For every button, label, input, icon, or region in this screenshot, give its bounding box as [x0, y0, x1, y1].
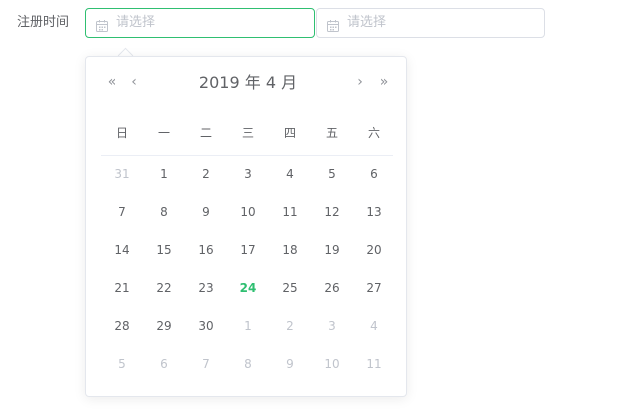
calendar-day[interactable]: 19	[317, 235, 347, 265]
calendar-day[interactable]: 26	[317, 273, 347, 303]
calendar-day-next-month[interactable]: 5	[107, 349, 137, 379]
header-year[interactable]: 2019 年	[199, 73, 266, 92]
weekday-wed: 三	[241, 126, 254, 140]
calendar-day-today[interactable]: 24	[233, 273, 263, 303]
calendar-day[interactable]: 7	[107, 197, 137, 227]
calendar-day[interactable]: 21	[107, 273, 137, 303]
weekday-sat: 六	[367, 126, 380, 140]
calendar-day[interactable]: 3	[233, 159, 263, 189]
calendar-day-next-month[interactable]: 1	[233, 311, 263, 341]
header-month-suffix: 月	[276, 73, 298, 92]
calendar-day[interactable]: 23	[191, 273, 221, 303]
header-month-value: 4	[265, 73, 276, 92]
weekday-tue: 二	[199, 126, 212, 140]
weekday-sun: 日	[115, 126, 128, 140]
next-year-button[interactable]: »	[376, 74, 392, 90]
calendar-day[interactable]: 2	[191, 159, 221, 189]
calendar-day[interactable]: 25	[275, 273, 305, 303]
calendar-day[interactable]: 1	[149, 159, 179, 189]
calendar-day[interactable]: 10	[233, 197, 263, 227]
calendar-day[interactable]: 11	[275, 197, 305, 227]
form-label-registration-time: 注册时间	[17, 15, 70, 30]
calendar-day[interactable]: 30	[191, 311, 221, 341]
calendar-day[interactable]: 29	[149, 311, 179, 341]
calendar-day-next-month[interactable]: 4	[359, 311, 389, 341]
weekday-header-row: 日 一 二 三 四 五 六	[101, 125, 393, 156]
days-grid: 31 1 2 3 4 5 6 7 8 9 10 11 12 13 14 15 16 17 18 19 20 21 22 23 2…	[101, 155, 393, 383]
calendar-icon	[327, 17, 339, 32]
end-date-placeholder: 请选择	[347, 15, 387, 30]
calendar-day[interactable]: 9	[191, 197, 221, 227]
picker-header-title: 2019 年 4 月	[198, 73, 298, 93]
calendar-day-next-month[interactable]: 6	[149, 349, 179, 379]
weekday-fri: 五	[325, 126, 338, 140]
start-date-placeholder: 请选择	[116, 15, 156, 30]
calendar-day[interactable]: 22	[149, 273, 179, 303]
calendar-day[interactable]: 18	[275, 235, 305, 265]
start-date-input[interactable]: 请选择	[85, 8, 315, 38]
calendar-day[interactable]: 4	[275, 159, 305, 189]
prev-year-button[interactable]: «	[104, 74, 120, 90]
calendar-day-next-month[interactable]: 11	[359, 349, 389, 379]
calendar-day[interactable]: 8	[149, 197, 179, 227]
end-date-input[interactable]: 请选择	[316, 8, 545, 38]
calendar-day[interactable]: 14	[107, 235, 137, 265]
calendar-day[interactable]: 6	[359, 159, 389, 189]
calendar-day[interactable]: 28	[107, 311, 137, 341]
calendar-day[interactable]: 13	[359, 197, 389, 227]
header-year-value: 2019	[198, 73, 240, 92]
calendar-day-next-month[interactable]: 10	[317, 349, 347, 379]
calendar-day-next-month[interactable]: 9	[275, 349, 305, 379]
header-year-suffix: 年	[239, 73, 266, 92]
calendar-day[interactable]: 20	[359, 235, 389, 265]
weekday-mon: 一	[157, 126, 170, 140]
header-month[interactable]: 4 月	[266, 73, 297, 92]
calendar-day-next-month[interactable]: 2	[275, 311, 305, 341]
weekday-thu: 四	[283, 126, 296, 140]
prev-month-button[interactable]: ‹	[126, 74, 142, 90]
calendar-day[interactable]: 12	[317, 197, 347, 227]
calendar-day-prev-month[interactable]: 31	[107, 159, 137, 189]
calendar-day[interactable]: 16	[191, 235, 221, 265]
calendar-day[interactable]: 15	[149, 235, 179, 265]
date-picker-panel: « ‹ 2019 年 4 月 › » 日 一 二 三 四 五 六 31 1 2 3 4 5…	[85, 56, 407, 397]
calendar-day[interactable]: 27	[359, 273, 389, 303]
calendar-icon	[96, 17, 108, 32]
calendar-day[interactable]: 17	[233, 235, 263, 265]
calendar-day-next-month[interactable]: 3	[317, 311, 347, 341]
calendar-day-next-month[interactable]: 7	[191, 349, 221, 379]
calendar-day-next-month[interactable]: 8	[233, 349, 263, 379]
next-month-button[interactable]: ›	[352, 74, 368, 90]
calendar-day[interactable]: 5	[317, 159, 347, 189]
